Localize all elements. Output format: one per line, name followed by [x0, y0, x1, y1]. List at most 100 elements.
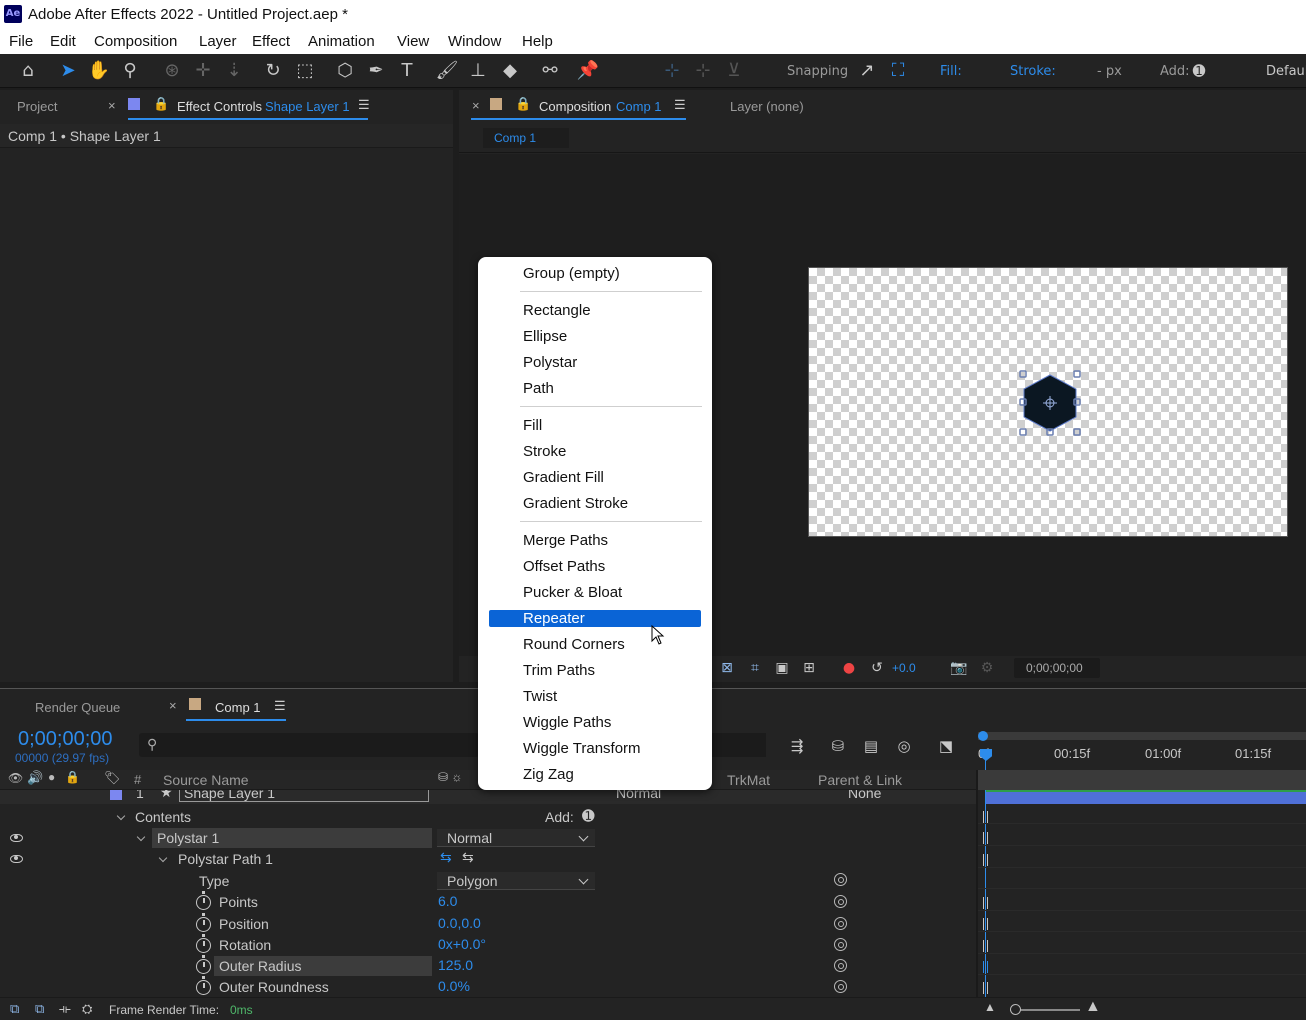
- expression-pickwhip-icon[interactable]: [834, 895, 847, 908]
- panel-menu-icon[interactable]: ☰: [274, 698, 286, 714]
- menu-effect[interactable]: Effect: [252, 33, 290, 50]
- outer-radius-value[interactable]: 125.0: [438, 957, 473, 973]
- menu-item-repeater[interactable]: Repeater: [523, 610, 585, 627]
- stopwatch-icon[interactable]: [196, 891, 211, 910]
- tab-effect-controls[interactable]: Effect Controls: [177, 99, 262, 114]
- clone-stamp-tool-icon[interactable]: ⊥: [466, 59, 490, 83]
- menu-layer[interactable]: Layer: [199, 33, 237, 50]
- rotation-tool-icon[interactable]: ↻: [261, 59, 285, 83]
- local-axis-icon[interactable]: ⊹: [691, 59, 715, 83]
- path-direction-icon[interactable]: ⇆: [440, 849, 452, 866]
- tab-layer[interactable]: Layer (none): [730, 99, 804, 114]
- dolly-camera-icon[interactable]: ⇣: [222, 59, 246, 83]
- tab-composition[interactable]: Composition: [539, 99, 611, 114]
- panel-menu-icon[interactable]: ☰: [358, 97, 370, 113]
- stopwatch-icon[interactable]: [196, 913, 211, 932]
- type-tool-icon[interactable]: T: [395, 59, 419, 83]
- expression-pickwhip-icon[interactable]: [834, 917, 847, 930]
- close-icon[interactable]: ×: [472, 98, 480, 113]
- menu-item-group-empty[interactable]: Group (empty): [523, 265, 620, 282]
- channels-icon[interactable]: ●: [837, 656, 861, 680]
- menu-item-ellipse[interactable]: Ellipse: [523, 328, 567, 345]
- menu-item-rectangle[interactable]: Rectangle: [523, 302, 591, 319]
- transparency-grid-icon[interactable]: ⊠: [715, 656, 739, 680]
- menu-item-polystar[interactable]: Polystar: [523, 354, 577, 371]
- current-timecode[interactable]: 0;00;00;00: [18, 728, 113, 751]
- close-icon[interactable]: ×: [169, 698, 177, 713]
- zoom-slider-handle[interactable]: [1010, 1004, 1021, 1015]
- eraser-tool-icon[interactable]: ◆: [498, 59, 522, 83]
- region-of-interest-icon[interactable]: ▣: [770, 656, 794, 680]
- menu-item-twist[interactable]: Twist: [523, 688, 557, 705]
- layer-parent[interactable]: None: [848, 790, 881, 801]
- menu-item-round-corners[interactable]: Round Corners: [523, 636, 625, 653]
- work-area-start-handle[interactable]: [978, 731, 988, 741]
- menu-item-path[interactable]: Path: [523, 380, 554, 397]
- stopwatch-icon[interactable]: [196, 976, 211, 995]
- comp-subtab[interactable]: Comp 1: [483, 128, 569, 148]
- outer-radius-row-highlight[interactable]: Outer Radius: [214, 956, 432, 976]
- show-snapshot-icon[interactable]: ⚙: [975, 656, 999, 680]
- reset-exposure-icon[interactable]: ↺: [865, 656, 889, 680]
- menu-help[interactable]: Help: [522, 33, 553, 50]
- in-out-toggle-icon[interactable]: ⟛: [59, 1001, 71, 1017]
- tab-timeline-comp[interactable]: Comp 1: [215, 700, 261, 715]
- expression-pickwhip-icon[interactable]: [834, 873, 847, 886]
- tab-render-queue[interactable]: Render Queue: [35, 700, 120, 715]
- menu-animation[interactable]: Animation: [308, 33, 375, 50]
- selection-tool-icon[interactable]: ➤: [56, 59, 80, 83]
- motion-blur-icon[interactable]: ◎: [892, 734, 916, 758]
- menu-item-trim-paths[interactable]: Trim Paths: [523, 662, 595, 679]
- lock-icon[interactable]: 🔒: [153, 96, 169, 112]
- menu-file[interactable]: File: [9, 33, 33, 50]
- menu-window[interactable]: Window: [448, 33, 501, 50]
- layer-row-shape-layer-1[interactable]: 1 ★ Shape Layer 1 Normal None: [0, 790, 976, 804]
- menu-item-offset-paths[interactable]: Offset Paths: [523, 558, 605, 575]
- layer-mode[interactable]: Normal: [616, 790, 661, 801]
- composition-target[interactable]: Comp 1: [616, 99, 662, 114]
- layer-name-field[interactable]: Shape Layer 1: [179, 790, 429, 802]
- polystar-blend-mode[interactable]: Normal: [437, 829, 595, 847]
- fill-label[interactable]: Fill:: [940, 64, 962, 79]
- comp-canvas[interactable]: [808, 267, 1288, 537]
- menu-item-stroke[interactable]: Stroke: [523, 443, 566, 460]
- stroke-label[interactable]: Stroke:: [1010, 64, 1056, 79]
- eye-icon[interactable]: [10, 834, 23, 842]
- menu-composition[interactable]: Composition: [94, 33, 177, 50]
- expression-pickwhip-icon[interactable]: [834, 980, 847, 993]
- snapshot-icon[interactable]: 📷: [947, 656, 971, 680]
- menu-item-wiggle-paths[interactable]: Wiggle Paths: [523, 714, 611, 731]
- effect-controls-target[interactable]: Shape Layer 1: [265, 99, 350, 114]
- stroke-width-value[interactable]: - px: [1097, 64, 1122, 79]
- layer-duration-bar[interactable]: [986, 792, 1306, 804]
- menu-item-merge-paths[interactable]: Merge Paths: [523, 532, 608, 549]
- menu-item-gradient-stroke[interactable]: Gradient Stroke: [523, 495, 628, 512]
- exposure-value[interactable]: +0.0: [892, 661, 916, 675]
- type-dropdown[interactable]: Polygon: [437, 872, 595, 890]
- column-source-name[interactable]: Source Name: [163, 772, 249, 788]
- points-value[interactable]: 6.0: [438, 893, 457, 909]
- close-icon[interactable]: ×: [108, 98, 116, 113]
- transfer-controls-toggle-icon[interactable]: ⧉: [35, 1001, 44, 1017]
- stopwatch-icon[interactable]: [196, 934, 211, 953]
- roto-brush-tool-icon[interactable]: ⚯: [538, 59, 562, 83]
- composition-mini-flowchart-icon[interactable]: ⇶: [785, 734, 809, 758]
- polystar-row-name[interactable]: Polystar 1: [152, 828, 432, 848]
- zoom-in-icon[interactable]: ▲: [1085, 998, 1101, 1016]
- menu-item-fill[interactable]: Fill: [523, 417, 542, 434]
- snap-edges-icon[interactable]: ↗: [855, 59, 879, 83]
- chevron-down-icon[interactable]: [158, 853, 168, 863]
- chevron-down-icon[interactable]: [136, 832, 146, 842]
- orbit-camera-icon[interactable]: ⊛: [160, 59, 184, 83]
- work-area-bar[interactable]: [978, 732, 1306, 740]
- search-input-end[interactable]: [712, 733, 766, 757]
- hexagon-shape[interactable]: [1014, 363, 1086, 443]
- path-direction-reverse-icon[interactable]: ⇆: [462, 849, 474, 866]
- panel-menu-icon[interactable]: ☰: [674, 97, 686, 113]
- time-navigator[interactable]: [978, 770, 1306, 790]
- workspace-label[interactable]: Default: [1266, 64, 1306, 79]
- expression-pickwhip-icon[interactable]: [834, 959, 847, 972]
- zoom-out-icon[interactable]: ▲: [984, 1000, 996, 1014]
- grid-guides-icon[interactable]: ⊞: [797, 656, 821, 680]
- position-value[interactable]: 0.0,0.0: [438, 915, 481, 931]
